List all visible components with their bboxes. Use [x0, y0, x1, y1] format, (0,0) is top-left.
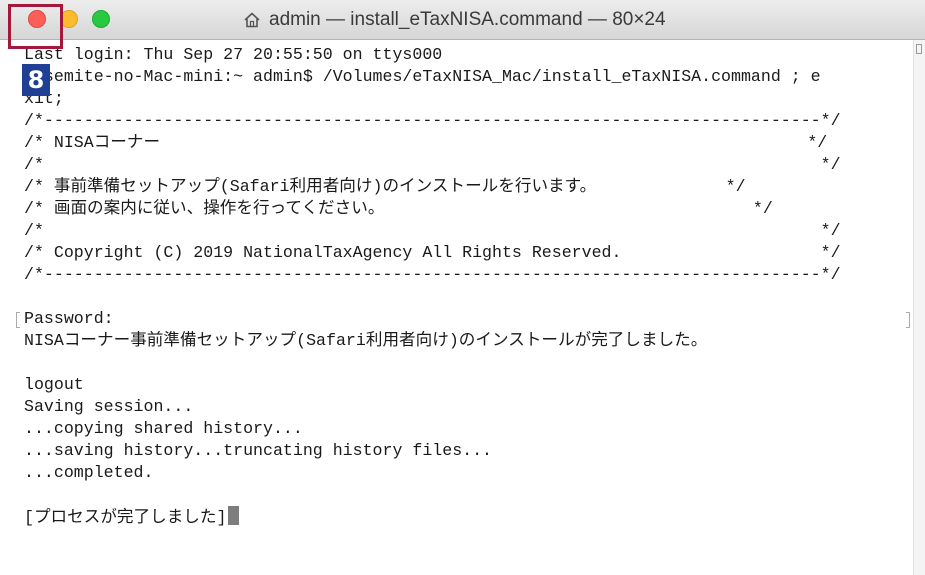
- selection-bracket-left: [16, 312, 20, 328]
- terminal-line: /* 事前準備セットアップ(Safari利用者向け)のインストールを行います。 …: [24, 177, 746, 196]
- close-button-highlight: [8, 4, 63, 49]
- process-complete-text: [プロセスが完了しました]: [24, 508, 227, 527]
- selection-bracket-right: [906, 312, 910, 328]
- terminal-line: ...completed.: [24, 463, 154, 482]
- vertical-scrollbar[interactable]: [913, 40, 925, 575]
- home-icon: [243, 11, 261, 29]
- zoom-window-button[interactable]: [92, 10, 110, 28]
- terminal-prompt-line: [プロセスが完了しました]: [24, 506, 841, 528]
- terminal-content[interactable]: Last login: Thu Sep 27 20:55:50 on ttys0…: [0, 40, 915, 575]
- step-number-badge: 8: [22, 64, 50, 96]
- terminal-line: Yosemite-no-Mac-mini:~ admin$ /Volumes/e…: [24, 67, 821, 86]
- terminal-cursor: [228, 506, 240, 525]
- title-bar[interactable]: admin — install_eTaxNISA.command — 80×24: [0, 0, 925, 40]
- terminal-line: /* Copyright (C) 2019 NationalTaxAgency …: [24, 243, 841, 262]
- terminal-line: ...saving history...truncating history f…: [24, 441, 493, 460]
- window-title-group: admin — install_eTaxNISA.command — 80×24: [243, 6, 666, 34]
- terminal-line: ...copying shared history...: [24, 419, 303, 438]
- terminal-line: Saving session...: [24, 397, 194, 416]
- terminal-line: /* */: [24, 221, 841, 240]
- terminal-window: admin — install_eTaxNISA.command — 80×24…: [0, 0, 925, 575]
- terminal-line: /* */: [24, 155, 841, 174]
- terminal-line: /*--------------------------------------…: [24, 111, 841, 130]
- window-title: admin — install_eTaxNISA.command — 80×24: [269, 9, 666, 30]
- terminal-line: /*--------------------------------------…: [24, 265, 841, 284]
- terminal-line: logout: [24, 375, 84, 394]
- terminal-line: Last login: Thu Sep 27 20:55:50 on ttys0…: [24, 45, 443, 64]
- terminal-line: /* NISAコーナー */: [24, 133, 828, 152]
- terminal-line: xit;: [24, 89, 64, 108]
- terminal-line: Password:: [24, 309, 114, 328]
- terminal-line: /* 画面の案内に従い、操作を行ってください。 */: [24, 199, 773, 218]
- scroll-marker-icon: [916, 44, 922, 54]
- terminal-line: NISAコーナー事前準備セットアップ(Safari利用者向け)のインストールが完…: [24, 331, 708, 350]
- terminal-output[interactable]: Last login: Thu Sep 27 20:55:50 on ttys0…: [24, 44, 841, 528]
